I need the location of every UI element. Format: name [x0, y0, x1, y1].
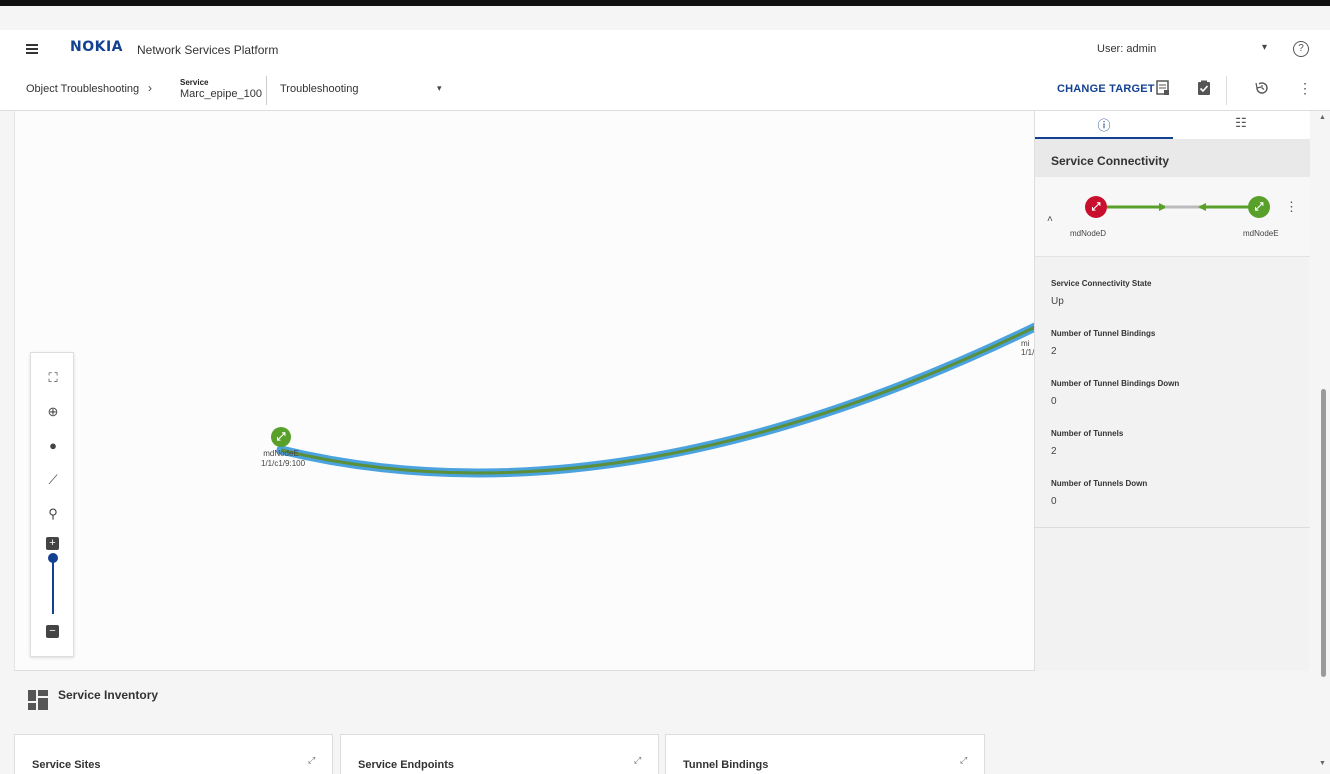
property-tunnels: Number of Tunnels 2	[1051, 429, 1124, 457]
service-link[interactable]	[15, 111, 1034, 671]
zoom-slider-handle[interactable]	[48, 553, 58, 563]
zoom-track[interactable]	[52, 559, 54, 614]
scroll-down-arrow-icon[interactable]: ▼	[1319, 760, 1326, 767]
menu-icon[interactable]	[26, 44, 38, 54]
top-border	[0, 0, 1330, 6]
property-tunnel-bindings: Number of Tunnel Bindings 2	[1051, 329, 1156, 357]
topology-map[interactable]: ⤢ mdNodeE 1/1/c1/9:100 mi 1/1/ ⛶ ⊕ ● ⟋ ⚲…	[14, 111, 1034, 671]
node-label-clipped: mi 1/1/	[1021, 339, 1034, 357]
node-options-icon[interactable]: ●	[44, 437, 62, 455]
fit-to-screen-icon[interactable]: ⛶	[44, 369, 62, 387]
user-label[interactable]: User: admin	[1097, 43, 1156, 55]
list-tab-icon[interactable]: ☷	[1231, 115, 1251, 135]
expand-icon[interactable]: ⤢	[634, 755, 641, 766]
panel-tabs: ⓘ ☷	[1035, 111, 1310, 139]
card-title: Service Sites	[32, 759, 101, 771]
connectivity-diagram	[1107, 203, 1250, 211]
divider	[266, 76, 267, 105]
scroll-up-arrow-icon[interactable]: ▲	[1319, 114, 1326, 121]
scrollbar-thumb[interactable]	[1321, 389, 1326, 677]
card-title: Service Endpoints	[358, 759, 454, 771]
history-icon[interactable]	[1254, 80, 1270, 96]
info-tab-icon[interactable]: ⓘ	[1094, 115, 1114, 135]
dashboard-icon	[28, 690, 48, 710]
more-vert-icon[interactable]: ⋮	[1297, 80, 1313, 96]
map-controls: ⛶ ⊕ ● ⟋ ⚲ + −	[30, 352, 74, 657]
crosshair-icon[interactable]: ⊕	[44, 403, 62, 421]
change-target-button[interactable]: CHANGE TARGET	[1057, 83, 1155, 95]
report-icon[interactable]	[1155, 80, 1171, 96]
service-type-label: Service	[180, 78, 209, 87]
endpoint-b-label: mdNodeE	[1243, 229, 1279, 238]
service-endpoints-card: Service Endpoints ⤢	[340, 734, 659, 774]
context-select[interactable]: Troubleshooting	[280, 83, 358, 95]
app-title: Network Services Platform	[137, 43, 279, 57]
divider	[1035, 527, 1310, 528]
zoom-out-button[interactable]: −	[46, 625, 59, 638]
help-icon[interactable]: ?	[1293, 41, 1309, 57]
breadcrumb-root[interactable]: Object Troubleshooting	[26, 83, 139, 95]
scrollbar[interactable]: ▲ ▼	[1316, 111, 1330, 772]
panel-title: Service Connectivity	[1051, 154, 1170, 168]
layout-icon[interactable]: ⚲	[44, 505, 62, 523]
endpoint-a-status-down-icon[interactable]: ⤢	[1085, 196, 1107, 218]
node-mdnodee[interactable]: ⤢	[271, 427, 291, 447]
chevron-down-icon[interactable]: ▾	[437, 83, 442, 94]
connectivity-card: ˄ ⤢ ⤢ mdNodeD mdNodeE ⋮	[1035, 177, 1310, 257]
node-label: mdNodeE 1/1/c1/9:100	[261, 449, 306, 468]
endpoint-a-label: mdNodeD	[1070, 229, 1107, 238]
card-title: Tunnel Bindings	[683, 759, 769, 771]
expand-icon[interactable]: ⤢	[960, 755, 967, 766]
property-connectivity-state: Service Connectivity State Up	[1051, 279, 1152, 307]
expand-icon[interactable]: ⤢	[308, 755, 315, 766]
more-vert-icon[interactable]: ⋮	[1285, 199, 1298, 215]
divider	[1226, 76, 1227, 105]
service-sites-card: Service Sites ⤢	[14, 734, 333, 774]
app-header: NOKIA Network Services Platform User: ad…	[0, 30, 1330, 70]
clipboard-check-icon[interactable]	[1196, 80, 1212, 96]
property-tunnels-down: Number of Tunnels Down 0	[1051, 479, 1148, 507]
service-name: Marc_epipe_100	[180, 88, 262, 100]
context-toolbar: Object Troubleshooting › Service Marc_ep…	[0, 70, 1330, 111]
chevron-right-icon: ›	[148, 81, 152, 95]
property-tunnel-bindings-down: Number of Tunnel Bindings Down 0	[1051, 379, 1180, 407]
brand-logo: NOKIA	[70, 39, 124, 55]
section-title: Service Inventory	[58, 688, 159, 702]
endpoint-b-status-up-icon[interactable]: ⤢	[1248, 196, 1270, 218]
link-options-icon[interactable]: ⟋	[44, 471, 62, 489]
zoom-in-button[interactable]: +	[46, 537, 59, 550]
details-panel: ⓘ ☷ Service Connectivity ˄ ⤢ ⤢ mdNodeD m…	[1034, 111, 1310, 671]
tunnel-bindings-card: Tunnel Bindings ⤢	[665, 734, 985, 774]
chevron-down-icon[interactable]: ▾	[1262, 42, 1267, 53]
